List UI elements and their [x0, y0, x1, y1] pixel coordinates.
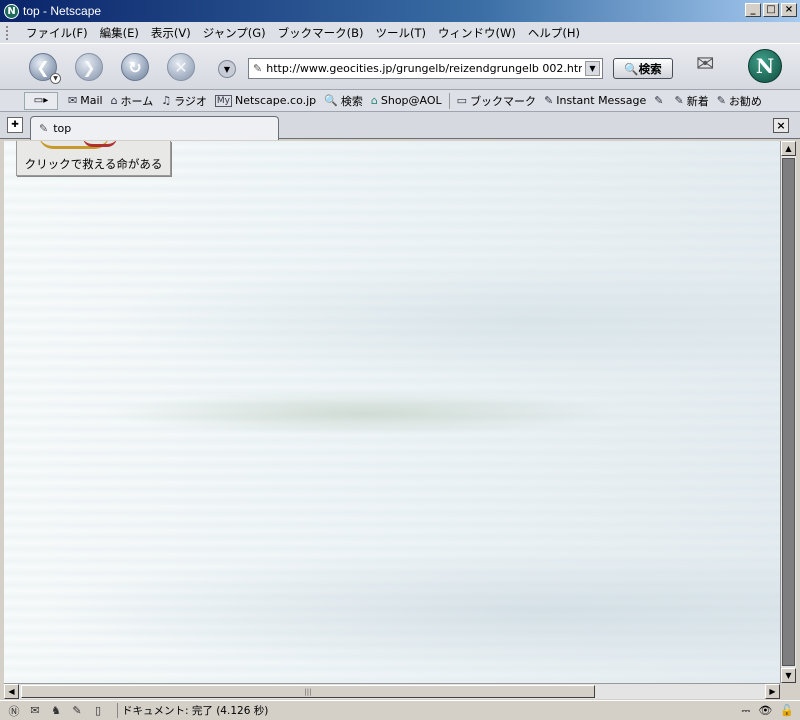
- pt-item-new[interactable]: ✎ 新着: [671, 93, 713, 109]
- bookmark-icon: ✎: [654, 94, 664, 107]
- minimize-icon[interactable]: _: [745, 3, 761, 17]
- url-history-dropdown[interactable]: ▼: [218, 60, 236, 78]
- stop-button[interactable]: ✕: [167, 53, 195, 81]
- pt-item-search[interactable]: 🔍 検索: [320, 93, 367, 109]
- window-controls: _ □ ×: [745, 3, 797, 17]
- menu-file[interactable]: ファイル(F): [20, 25, 94, 41]
- menu-window[interactable]: ウィンドウ(W): [432, 25, 522, 41]
- online-status-icon[interactable]: ⎓: [742, 704, 751, 718]
- back-button[interactable]: ❮ ▼: [29, 53, 61, 84]
- scroll-left-icon[interactable]: ◀: [4, 684, 19, 699]
- pt-item-mail[interactable]: ✉ Mail: [64, 94, 107, 107]
- search-icon: 🔍: [324, 94, 338, 107]
- reload-icon: ↻: [128, 57, 142, 77]
- navigation-toolbar: ❮ ▼ ❯ ↻ ✕ ▼ ✎ ▼ 🔍 検索 ✉ N: [0, 43, 800, 90]
- banner-text: クリックで救える命がある: [24, 157, 163, 171]
- close-icon[interactable]: ×: [781, 3, 797, 17]
- menu-bar: ファイル(F) 編集(E) 表示(V) ジャンプ(G) ブックマーク(B) ツー…: [0, 22, 800, 43]
- bookmark-icon: ✎: [544, 94, 554, 107]
- pt-item-shop[interactable]: ⌂ Shop@AOL: [367, 94, 446, 107]
- mail-icon[interactable]: ✉: [27, 704, 43, 718]
- menu-go[interactable]: ジャンプ(G): [197, 25, 272, 41]
- mail-icon: ✉: [68, 94, 78, 107]
- menu-view[interactable]: 表示(V): [145, 25, 197, 41]
- reload-button[interactable]: ↻: [121, 53, 149, 81]
- menu-edit[interactable]: 編集(E): [94, 25, 145, 41]
- pt-item-home[interactable]: ⌂ ホーム: [107, 93, 158, 109]
- page-content: クリックで救える命がある: [4, 141, 780, 683]
- bookmark-icon: ✎: [716, 94, 726, 107]
- address-book-icon[interactable]: ▯: [90, 704, 106, 718]
- url-dropdown-button[interactable]: ▼: [585, 61, 600, 76]
- banner-swirl-graphic: [83, 141, 117, 147]
- stop-icon: ✕: [174, 57, 188, 77]
- tab-top[interactable]: ✎ top: [30, 116, 279, 140]
- sidebar-toggle-icon[interactable]: ▭▸: [24, 91, 58, 110]
- scroll-up-icon[interactable]: ▲: [781, 141, 796, 156]
- title-bar: N top - Netscape _ □ ×: [0, 0, 800, 22]
- maximize-icon[interactable]: □: [763, 3, 779, 17]
- url-bar[interactable]: ✎ ▼: [248, 58, 603, 79]
- url-input[interactable]: [266, 62, 583, 75]
- back-icon: ❮: [36, 57, 50, 77]
- window-title: top - Netscape: [23, 4, 102, 18]
- folder-icon: ▭: [456, 94, 468, 107]
- status-bar: Ⓝ ✉ ♞ ✎ ▯ ドキュメント: 完了 (4.126 秒) ⎓ 👁 🔓: [0, 700, 800, 720]
- search-button[interactable]: 🔍 検索: [613, 58, 673, 79]
- search-button-label: 検索: [638, 61, 662, 76]
- netscape-n-icon: N: [4, 3, 19, 19]
- pt-item-bookmark-blank[interactable]: ✎: [650, 94, 670, 107]
- scroll-down-icon[interactable]: ▼: [781, 668, 796, 683]
- pt-item-radio[interactable]: ♫ ラジオ: [157, 93, 211, 109]
- pt-item-recommend[interactable]: ✎ お勧め: [713, 93, 766, 109]
- search-icon: 🔍: [624, 61, 639, 76]
- pt-item-netscape[interactable]: My Netscape.co.jp: [211, 94, 320, 107]
- status-text: ドキュメント: 完了 (4.126 秒): [117, 703, 268, 718]
- back-history-dropdown[interactable]: ▼: [50, 73, 61, 84]
- headphones-icon: ♫: [161, 94, 172, 107]
- tab-bar: ✚ ✎ top ×: [0, 112, 800, 140]
- scroll-right-icon[interactable]: ▶: [765, 684, 780, 699]
- toolbar-separator: [448, 92, 450, 109]
- vertical-scroll-thumb[interactable]: [782, 158, 795, 666]
- home-icon: ⌂: [110, 94, 118, 107]
- shop-icon: ⌂: [370, 94, 378, 107]
- menu-help[interactable]: ヘルプ(H): [522, 25, 586, 41]
- personal-toolbar: ▭▸ ✉ Mail ⌂ ホーム ♫ ラジオ My Netscape.co.jp 🔍 検索 …: [0, 90, 800, 112]
- horizontal-scrollbar[interactable]: ◀ ||| ▶: [4, 683, 780, 699]
- page-icon: ✎: [253, 62, 263, 75]
- status-indicators: ⎓ 👁 🔓: [742, 704, 794, 718]
- tab-label: top: [53, 122, 72, 135]
- charity-banner[interactable]: クリックで救える命がある: [16, 141, 171, 176]
- page-icon: ✎: [39, 122, 49, 135]
- bookmark-icon: ✎: [674, 94, 684, 107]
- aim-icon[interactable]: ♞: [48, 704, 64, 718]
- security-lock-icon[interactable]: 🔓: [780, 704, 794, 718]
- netscape-logo-icon[interactable]: N: [748, 49, 782, 83]
- vertical-scrollbar[interactable]: ▲ ▼: [780, 141, 796, 683]
- pt-item-instant-message[interactable]: ✎ Instant Message: [540, 94, 650, 107]
- pt-item-bookmarks[interactable]: ▭ ブックマーク: [453, 93, 540, 109]
- netscape-n-icon[interactable]: Ⓝ: [6, 704, 22, 718]
- my-icon: My: [214, 94, 232, 107]
- new-tab-icon[interactable]: ✚: [7, 117, 23, 133]
- horizontal-scroll-thumb[interactable]: |||: [21, 685, 595, 698]
- composer-icon[interactable]: ✎: [69, 704, 85, 718]
- forward-button[interactable]: ❯: [75, 53, 103, 81]
- privacy-icon[interactable]: 👁: [758, 704, 772, 718]
- close-tab-icon[interactable]: ×: [773, 118, 789, 133]
- forward-icon: ❯: [82, 57, 96, 77]
- menu-bookmarks[interactable]: ブックマーク(B): [272, 25, 370, 41]
- menu-tools[interactable]: ツール(T): [370, 25, 433, 41]
- toolbar-grip[interactable]: [6, 25, 14, 40]
- print-icon[interactable]: ✉: [696, 52, 724, 80]
